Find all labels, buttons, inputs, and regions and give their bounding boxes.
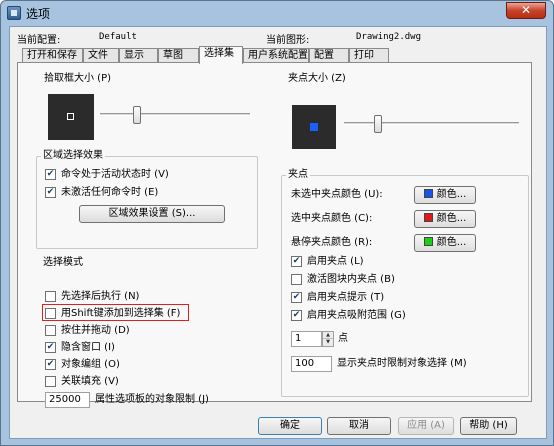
current-drawing-value: Drawing2.dwg (356, 32, 422, 42)
window-title: 选项 (26, 7, 51, 21)
hover-grip-color-label: 悬停夹点颜色 (R): (291, 237, 373, 248)
checkbox-box[interactable]: ✔ (45, 342, 56, 353)
tab-strip: 打开和保存 文件 显示 草图 选择集 用户系统配置 配置 打印 (22, 46, 546, 64)
grip-preview (292, 105, 336, 149)
checkbox-box[interactable] (291, 274, 302, 285)
tab-user-preferences[interactable]: 用户系统配置 (243, 48, 309, 63)
selection-modes-group: 选择模式 先选择后执行 (N) 用Shift键添加到选择集 (F) 按住并拖动 … (36, 257, 258, 418)
grips-title: 夹点 (286, 169, 310, 181)
area-selection-title: 区域选择效果 (41, 150, 105, 162)
app-icon (7, 6, 21, 20)
tab-drafting[interactable]: 草图 (158, 48, 199, 63)
selection-modes-title: 选择模式 (41, 257, 85, 269)
spin-up-icon[interactable]: ▲ (323, 332, 333, 339)
current-profile-label: 当前配置: (17, 35, 61, 46)
property-object-limit-label: 属性选项板的对象限制 (J) (95, 394, 209, 405)
grip-slider-thumb[interactable] (374, 115, 382, 133)
hover-grip-color-button[interactable]: 颜色... (414, 234, 476, 252)
grip-snap-range-unit: 点 (338, 333, 348, 344)
grip-slider-track[interactable] (344, 122, 519, 125)
checkbox-box[interactable]: ✔ (45, 359, 56, 370)
grips-group: 夹点 未选中夹点颜色 (U): 颜色... 选中夹点颜色 (C): 颜色... … (281, 169, 529, 397)
spin-down-icon[interactable]: ▼ (323, 339, 333, 346)
checkbox-box[interactable] (45, 325, 56, 336)
property-object-limit-input[interactable]: 25000 (45, 392, 90, 408)
unselected-grip-color-label: 未选中夹点颜色 (U): (291, 189, 383, 200)
area-selection-group: 区域选择效果 ✔ 命令处于活动状态时 (V) ✔ 未激活任何命令时 (E) 区域… (36, 150, 258, 249)
tab-selection[interactable]: 选择集 (199, 46, 243, 64)
checkbox-box[interactable]: ✔ (291, 292, 302, 303)
pickbox-slider-track[interactable] (100, 113, 250, 116)
grip-display-limit-input[interactable]: 100 (291, 356, 332, 372)
checkbox-box[interactable] (45, 291, 56, 302)
checkbox-box[interactable]: ✔ (291, 256, 302, 267)
pickbox-size-title: 拾取框大小 (P) (42, 73, 114, 85)
checkbox-box[interactable]: ✔ (291, 310, 302, 321)
selected-grip-color-button[interactable]: 颜色... (414, 210, 476, 228)
tab-display[interactable]: 显示 (119, 48, 158, 63)
pickbox-square (67, 113, 74, 120)
pickbox-slider-thumb[interactable] (133, 106, 141, 124)
title-bar[interactable]: 选项 ✕ (1, 1, 553, 25)
tab-open-save[interactable]: 打开和保存 (22, 48, 83, 63)
grip-size-title: 夹点大小 (Z) (286, 73, 348, 85)
red-highlight-annotation (42, 304, 189, 321)
area-effect-settings-button[interactable]: 区域效果设置 (S)... (79, 205, 225, 223)
grip-square (310, 123, 318, 131)
selected-grip-color-label: 选中夹点颜色 (C): (291, 213, 373, 224)
selection-tab-page: 拾取框大小 (P) 区域选择效果 ✔ 命令处于活动状态时 (V) ✔ 未激活任何… (17, 62, 532, 408)
tab-profiles[interactable]: 配置 (309, 48, 349, 63)
color-swatch (423, 213, 433, 222)
ok-button[interactable]: 确定 (258, 417, 322, 435)
grip-size-group: 夹点大小 (Z) (281, 73, 529, 163)
grip-snap-range-input[interactable]: 1 (291, 331, 322, 347)
current-profile-value: Default (99, 32, 137, 42)
color-swatch (423, 237, 433, 246)
color-swatch (423, 189, 433, 198)
tab-plot[interactable]: 打印 (349, 48, 389, 63)
tab-files[interactable]: 文件 (83, 48, 119, 63)
help-button[interactable]: 帮助 (H) (460, 417, 517, 435)
cancel-button[interactable]: 取消 (327, 417, 391, 435)
pickbox-preview (48, 94, 94, 140)
close-button[interactable]: ✕ (506, 2, 546, 19)
apply-button[interactable]: 应用 (A) (398, 417, 454, 435)
current-drawing-label: 当前图形: (266, 35, 310, 46)
checkbox-box[interactable] (45, 376, 56, 387)
checkbox-box[interactable]: ✔ (45, 187, 56, 198)
grip-snap-range-spinner[interactable]: ▲ ▼ (322, 331, 334, 347)
pickbox-size-group: 拾取框大小 (P) (37, 73, 260, 143)
unselected-grip-color-button[interactable]: 颜色... (414, 186, 476, 204)
grip-display-limit-label: 显示夹点时限制对象选择 (M) (337, 358, 467, 369)
checkbox-box[interactable]: ✔ (45, 169, 56, 180)
options-dialog: 选项 ✕ 当前配置: Default 当前图形: Drawing2.dwg 打开… (0, 0, 554, 446)
dialog-client: 当前配置: Default 当前图形: Drawing2.dwg 打开和保存 文… (9, 26, 547, 439)
